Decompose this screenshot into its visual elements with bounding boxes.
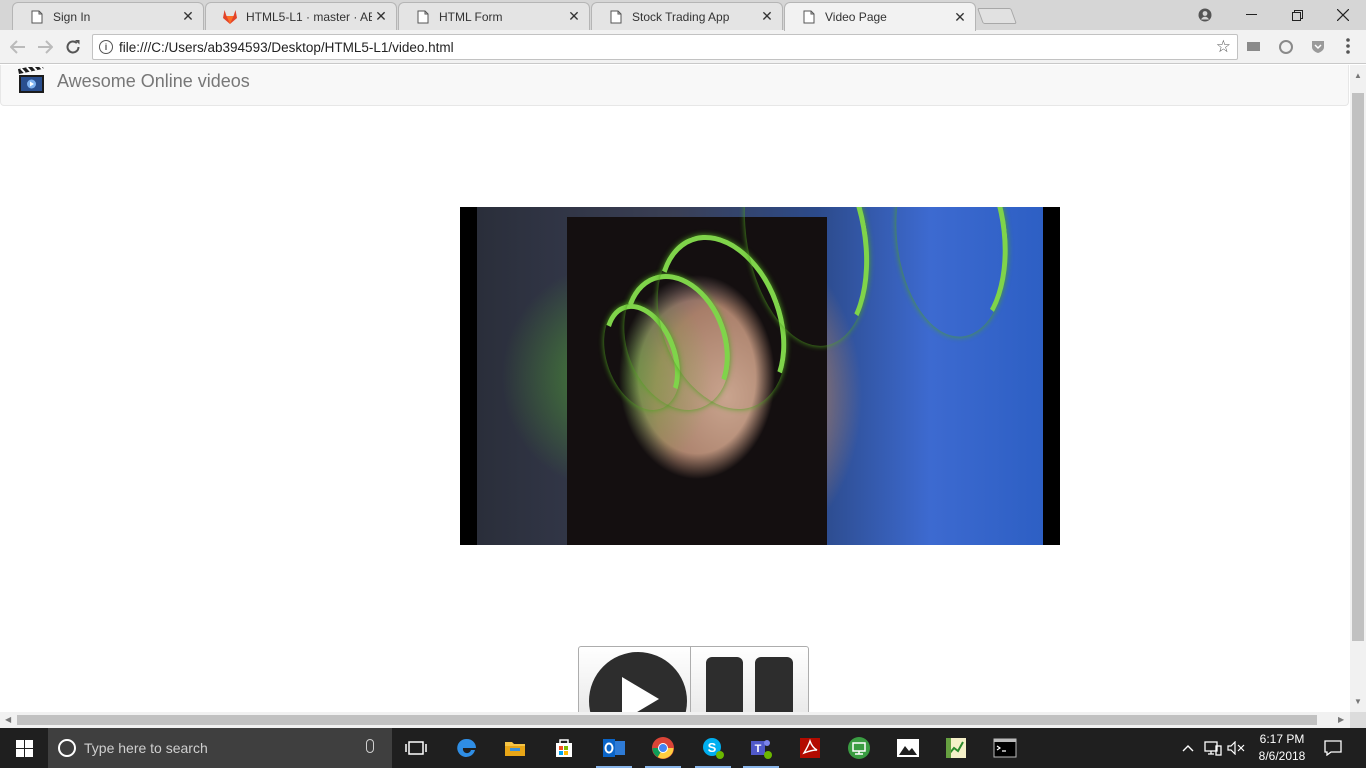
scroll-right-arrow-icon[interactable]: ▶ bbox=[1338, 715, 1344, 724]
command-prompt-icon[interactable] bbox=[981, 728, 1029, 768]
action-center-icon[interactable] bbox=[1322, 728, 1344, 768]
svg-text:T: T bbox=[755, 743, 762, 755]
clock-time: 6:17 PM bbox=[1259, 732, 1305, 746]
pause-icon bbox=[706, 657, 793, 712]
profile-icon[interactable] bbox=[1182, 0, 1228, 30]
scroll-down-arrow-icon[interactable]: ▼ bbox=[1354, 697, 1362, 706]
chrome-icon[interactable] bbox=[639, 728, 687, 768]
page-icon bbox=[801, 9, 817, 25]
system-clock[interactable]: 6:17 PM 8/6/2018 bbox=[1246, 731, 1318, 765]
tab-title: Stock Trading App bbox=[632, 9, 730, 24]
chevron-up-icon[interactable] bbox=[1178, 728, 1198, 768]
tab-title: Video Page bbox=[825, 10, 887, 24]
tab-title: HTML5-L1 · master · AB39 bbox=[246, 9, 372, 24]
windows-logo-icon bbox=[15, 739, 33, 757]
clapperboard-icon bbox=[17, 65, 45, 94]
brand-title[interactable]: Awesome Online videos bbox=[57, 71, 250, 92]
scroll-up-arrow-icon[interactable]: ▲ bbox=[1354, 71, 1362, 80]
scroll-left-arrow-icon[interactable]: ◀ bbox=[5, 715, 11, 724]
back-arrow-icon[interactable] bbox=[6, 34, 30, 60]
close-icon[interactable]: ✕ bbox=[758, 8, 776, 25]
page-icon bbox=[29, 9, 45, 25]
outlook-icon[interactable] bbox=[590, 728, 638, 768]
extension-circle-icon[interactable] bbox=[1278, 39, 1294, 55]
search-placeholder[interactable]: Type here to search bbox=[84, 740, 208, 756]
menu-kebab-icon[interactable] bbox=[1340, 37, 1356, 54]
horizontal-scrollbar[interactable]: ◀ ▶ bbox=[0, 712, 1350, 728]
tab-title: Sign In bbox=[53, 9, 91, 24]
extension-shield-icon[interactable] bbox=[1310, 39, 1326, 55]
teams-icon[interactable]: T bbox=[737, 728, 785, 768]
vertical-scrollbar[interactable]: ▲ ▼ bbox=[1350, 65, 1366, 712]
volume-muted-icon[interactable] bbox=[1226, 728, 1246, 768]
restore-icon[interactable] bbox=[1274, 0, 1320, 30]
close-icon[interactable]: ✕ bbox=[565, 8, 583, 25]
video-player[interactable] bbox=[460, 207, 1060, 545]
video-controls bbox=[578, 646, 809, 712]
store-icon[interactable] bbox=[540, 728, 588, 768]
scrollbar-corner bbox=[1350, 712, 1366, 728]
reload-icon[interactable] bbox=[61, 34, 85, 60]
page-icon bbox=[608, 9, 624, 25]
browser-window: Sign In ✕ HTML5-L1 · master · AB39 ✕ HTM… bbox=[0, 0, 1366, 728]
vertical-scroll-thumb[interactable] bbox=[1352, 93, 1364, 641]
cortana-icon bbox=[58, 739, 76, 757]
tab-strip: Sign In ✕ HTML5-L1 · master · AB39 ✕ HTM… bbox=[0, 0, 1366, 31]
new-tab-button[interactable] bbox=[977, 8, 1017, 24]
extension-cast-icon[interactable] bbox=[1246, 39, 1262, 55]
edge-browser-icon[interactable] bbox=[443, 728, 491, 768]
info-icon[interactable]: i bbox=[99, 40, 113, 54]
gitlab-icon bbox=[222, 9, 238, 25]
project-chart-icon[interactable] bbox=[932, 728, 980, 768]
start-button[interactable] bbox=[0, 728, 48, 768]
play-button[interactable] bbox=[579, 647, 690, 712]
acrobat-icon[interactable] bbox=[786, 728, 834, 768]
horizontal-scroll-thumb[interactable] bbox=[17, 715, 1317, 725]
file-explorer-icon[interactable] bbox=[491, 728, 539, 768]
tab-stock-trading[interactable]: Stock Trading App ✕ bbox=[591, 2, 783, 30]
forward-arrow-icon[interactable] bbox=[33, 34, 57, 60]
clock-date: 8/6/2018 bbox=[1258, 749, 1306, 763]
browser-toolbar: i file:///C:/Users/ab394593/Desktop/HTML… bbox=[0, 30, 1366, 64]
address-bar[interactable]: i file:///C:/Users/ab394593/Desktop/HTML… bbox=[92, 34, 1238, 60]
tab-gitlab[interactable]: HTML5-L1 · master · AB39 ✕ bbox=[205, 2, 397, 30]
photos-icon[interactable] bbox=[884, 728, 932, 768]
bookmark-star-icon[interactable]: ☆ bbox=[1216, 37, 1231, 57]
pause-button[interactable] bbox=[691, 647, 809, 712]
network-icon[interactable] bbox=[1202, 728, 1224, 768]
svg-text:S: S bbox=[708, 740, 717, 755]
taskbar-search[interactable]: Type here to search bbox=[48, 728, 392, 768]
skype-icon[interactable]: S bbox=[689, 728, 737, 768]
tab-video-page[interactable]: Video Page ✕ bbox=[784, 2, 976, 31]
url-text[interactable]: file:///C:/Users/ab394593/Desktop/HTML5-… bbox=[119, 40, 454, 55]
tab-html-form[interactable]: HTML Form ✕ bbox=[398, 2, 590, 30]
close-icon[interactable]: ✕ bbox=[372, 8, 390, 25]
close-icon[interactable]: ✕ bbox=[179, 8, 197, 25]
remote-desktop-icon[interactable] bbox=[835, 728, 883, 768]
signal-arc bbox=[886, 207, 1018, 343]
play-icon bbox=[589, 652, 687, 712]
close-window-icon[interactable] bbox=[1320, 0, 1366, 30]
microphone-icon[interactable] bbox=[366, 739, 374, 753]
windows-taskbar: Type here to search S T 6:17 PM 8/6/2018 bbox=[0, 728, 1366, 768]
close-icon[interactable]: ✕ bbox=[951, 9, 969, 26]
page-viewport: Awesome Online videos bbox=[0, 65, 1350, 712]
task-view-icon[interactable] bbox=[392, 728, 440, 768]
tab-sign-in[interactable]: Sign In ✕ bbox=[12, 2, 204, 30]
tab-title: HTML Form bbox=[439, 9, 503, 24]
page-icon bbox=[415, 9, 431, 25]
video-poster bbox=[477, 207, 1043, 545]
minimize-icon[interactable] bbox=[1228, 0, 1274, 30]
site-navbar: Awesome Online videos bbox=[0, 65, 1349, 106]
